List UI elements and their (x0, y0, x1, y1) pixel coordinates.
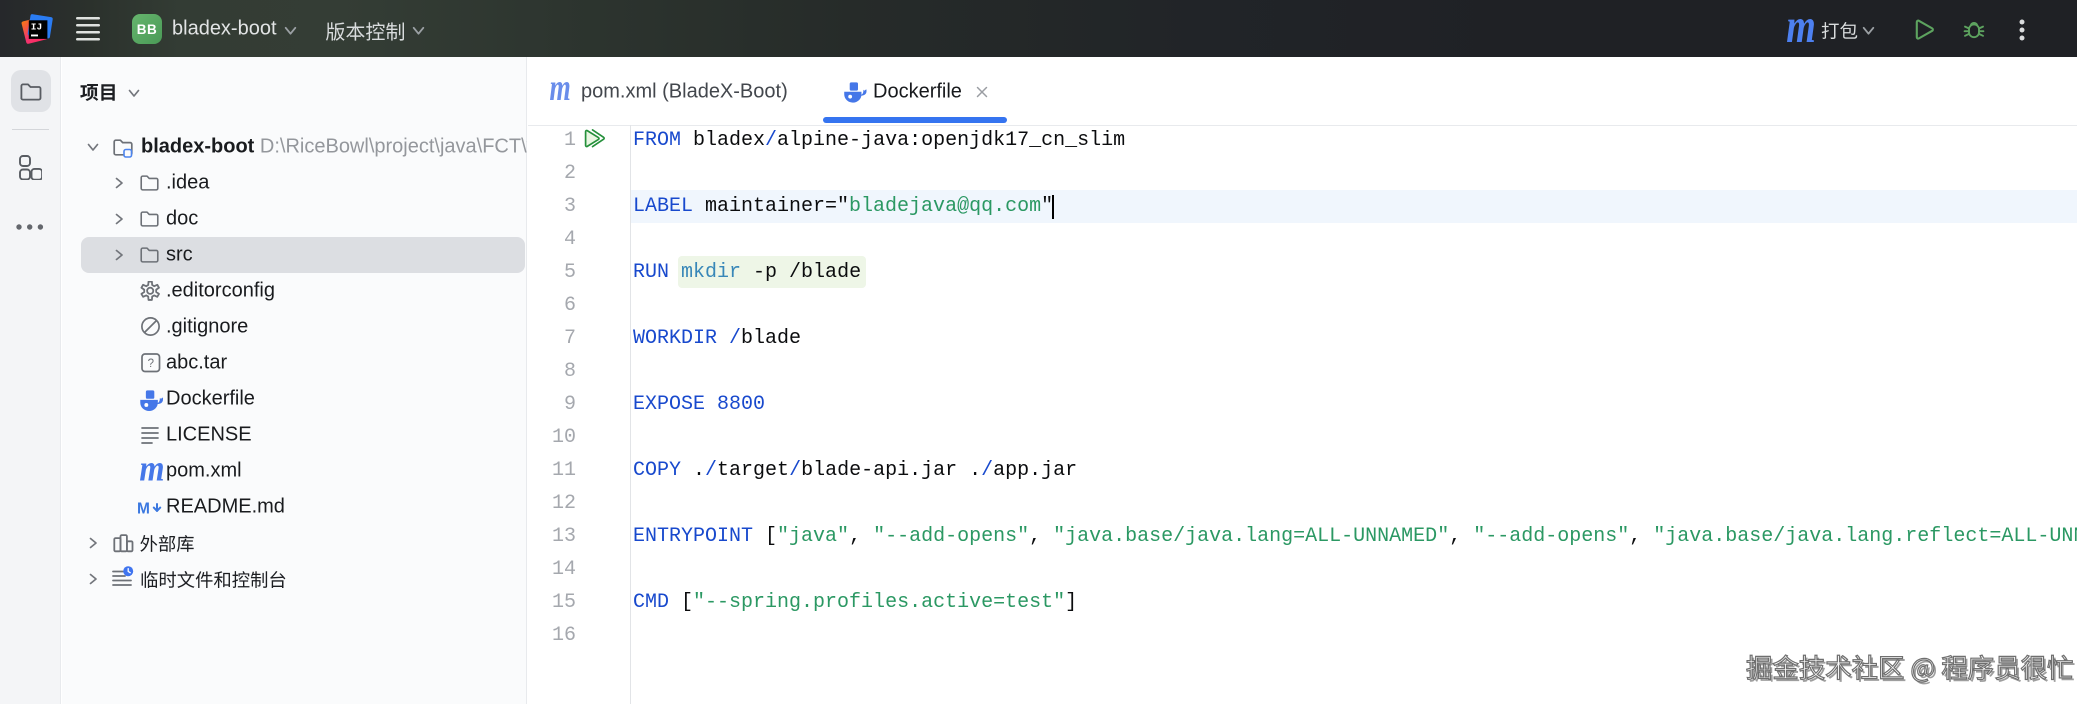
svg-text:?: ? (148, 358, 154, 370)
svg-text:M: M (137, 501, 150, 518)
svg-text:IJ: IJ (31, 22, 42, 33)
